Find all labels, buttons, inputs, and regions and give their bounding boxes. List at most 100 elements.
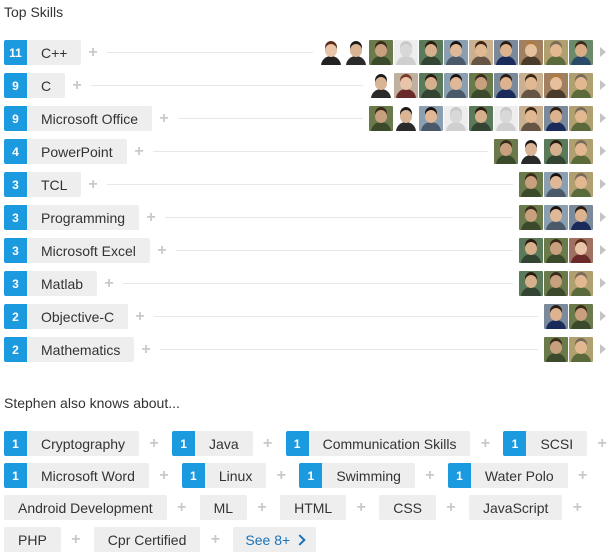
avatar[interactable] xyxy=(569,139,593,164)
plus-icon[interactable]: + xyxy=(143,208,159,227)
skill-pill[interactable]: 1 Java xyxy=(172,431,253,456)
chevron-right-icon[interactable] xyxy=(600,80,606,90)
skill-pill[interactable]: 9 Microsoft Office xyxy=(4,106,152,131)
plus-icon[interactable]: + xyxy=(85,175,101,194)
avatar[interactable] xyxy=(544,205,568,230)
avatar[interactable] xyxy=(569,271,593,296)
avatar[interactable] xyxy=(444,40,468,65)
skill-pill[interactable]: 1 Cryptography xyxy=(4,431,140,456)
skill-pill[interactable]: 2 Mathematics xyxy=(4,337,135,362)
avatar[interactable] xyxy=(544,172,568,197)
plus-icon[interactable]: + xyxy=(156,466,172,485)
chevron-right-icon[interactable] xyxy=(600,344,606,354)
avatar[interactable] xyxy=(469,106,493,131)
skill-pill[interactable]: 1 Microsoft Word xyxy=(4,463,149,488)
see-more-button[interactable]: See 8+ xyxy=(233,527,317,552)
avatar[interactable] xyxy=(469,73,493,98)
skill-pill[interactable]: JavaScript xyxy=(469,495,563,520)
skill-pill[interactable]: 1 Water Polo xyxy=(447,463,568,488)
chevron-right-icon[interactable] xyxy=(600,245,606,255)
skill-pill[interactable]: PHP xyxy=(4,527,61,552)
skill-pill[interactable]: 3 Matlab xyxy=(4,271,98,296)
skill-pill[interactable]: 1 Swimming xyxy=(299,463,415,488)
avatar[interactable] xyxy=(519,238,543,263)
avatar[interactable] xyxy=(394,40,418,65)
avatar[interactable] xyxy=(394,73,418,98)
plus-icon[interactable]: + xyxy=(207,530,223,549)
avatar[interactable] xyxy=(469,40,493,65)
plus-icon[interactable]: + xyxy=(101,274,117,293)
plus-icon[interactable]: + xyxy=(69,76,85,95)
avatar[interactable] xyxy=(519,106,543,131)
avatar[interactable] xyxy=(419,106,443,131)
skill-pill[interactable]: 2 Objective-C xyxy=(4,304,129,329)
avatar[interactable] xyxy=(519,139,543,164)
plus-icon[interactable]: + xyxy=(156,109,172,128)
skill-pill[interactable]: 1 SCSI xyxy=(503,431,588,456)
chevron-right-icon[interactable] xyxy=(600,311,606,321)
plus-icon[interactable]: + xyxy=(146,434,162,453)
avatar[interactable] xyxy=(344,40,368,65)
avatar[interactable] xyxy=(519,73,543,98)
plus-icon[interactable]: + xyxy=(594,434,609,453)
chevron-right-icon[interactable] xyxy=(600,212,606,222)
skill-pill[interactable]: ML xyxy=(199,495,248,520)
plus-icon[interactable]: + xyxy=(422,466,438,485)
avatar[interactable] xyxy=(544,106,568,131)
avatar[interactable] xyxy=(519,40,543,65)
plus-icon[interactable]: + xyxy=(154,241,170,260)
avatar[interactable] xyxy=(519,205,543,230)
plus-icon[interactable]: + xyxy=(68,530,84,549)
avatar[interactable] xyxy=(544,304,568,329)
avatar[interactable] xyxy=(569,238,593,263)
avatar[interactable] xyxy=(519,172,543,197)
avatar[interactable] xyxy=(544,73,568,98)
avatar[interactable] xyxy=(544,40,568,65)
skill-pill[interactable]: 3 Microsoft Excel xyxy=(4,238,150,263)
avatar[interactable] xyxy=(519,271,543,296)
avatar[interactable] xyxy=(569,73,593,98)
avatar[interactable] xyxy=(544,271,568,296)
skill-pill[interactable]: 1 Linux xyxy=(181,463,267,488)
skill-pill[interactable]: 11 C++ xyxy=(4,40,82,65)
plus-icon[interactable]: + xyxy=(85,43,101,62)
avatar[interactable] xyxy=(369,73,393,98)
avatar[interactable] xyxy=(394,106,418,131)
plus-icon[interactable]: + xyxy=(273,466,289,485)
plus-icon[interactable]: + xyxy=(575,466,591,485)
plus-icon[interactable]: + xyxy=(477,434,493,453)
skill-pill[interactable]: 1 Communication Skills xyxy=(285,431,471,456)
avatar[interactable] xyxy=(569,40,593,65)
skill-pill[interactable]: 3 TCL xyxy=(4,172,82,197)
avatar[interactable] xyxy=(544,238,568,263)
chevron-right-icon[interactable] xyxy=(600,179,606,189)
plus-icon[interactable]: + xyxy=(138,340,154,359)
plus-icon[interactable]: + xyxy=(569,498,585,517)
skill-pill[interactable]: CSS xyxy=(379,495,437,520)
plus-icon[interactable]: + xyxy=(443,498,459,517)
avatar[interactable] xyxy=(569,205,593,230)
avatar[interactable] xyxy=(569,337,593,362)
plus-icon[interactable]: + xyxy=(260,434,276,453)
plus-icon[interactable]: + xyxy=(131,142,147,161)
plus-icon[interactable]: + xyxy=(132,307,148,326)
avatar[interactable] xyxy=(369,106,393,131)
avatar[interactable] xyxy=(569,172,593,197)
chevron-right-icon[interactable] xyxy=(600,47,606,57)
skill-pill[interactable]: HTML xyxy=(280,495,347,520)
avatar[interactable] xyxy=(544,139,568,164)
skill-pill[interactable]: 4 PowerPoint xyxy=(4,139,127,164)
skill-pill[interactable]: 3 Programming xyxy=(4,205,140,230)
avatar[interactable] xyxy=(444,106,468,131)
avatar[interactable] xyxy=(494,40,518,65)
avatar[interactable] xyxy=(444,73,468,98)
skill-pill[interactable]: Cpr Certified xyxy=(93,527,201,552)
chevron-right-icon[interactable] xyxy=(600,278,606,288)
avatar[interactable] xyxy=(319,40,343,65)
avatar[interactable] xyxy=(569,304,593,329)
chevron-right-icon[interactable] xyxy=(600,113,606,123)
plus-icon[interactable]: + xyxy=(353,498,369,517)
plus-icon[interactable]: + xyxy=(254,498,270,517)
avatar[interactable] xyxy=(544,337,568,362)
avatar[interactable] xyxy=(369,40,393,65)
